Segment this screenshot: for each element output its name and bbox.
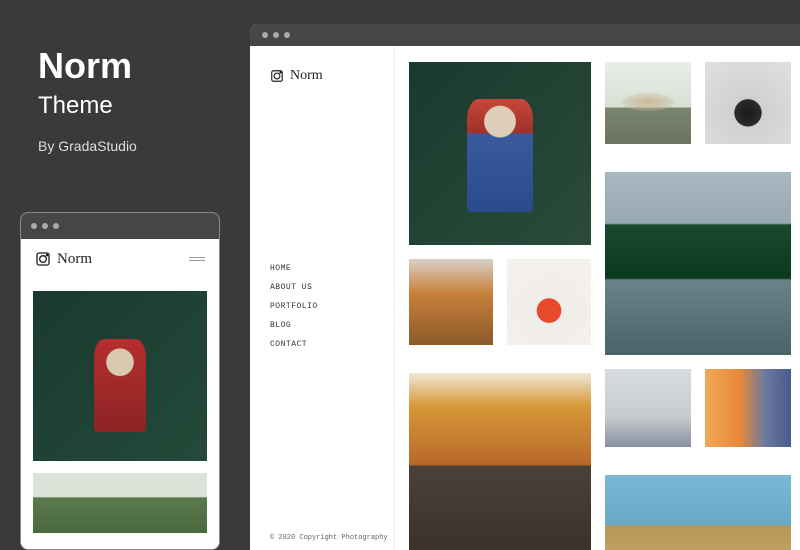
camera-icon bbox=[35, 251, 51, 267]
camera-icon bbox=[270, 69, 284, 83]
logo[interactable]: Norm bbox=[35, 251, 92, 268]
gallery-image[interactable] bbox=[409, 373, 591, 550]
gallery-image[interactable] bbox=[605, 369, 691, 447]
logo-text: Norm bbox=[290, 68, 323, 84]
theme-author: By GradaStudio bbox=[38, 138, 137, 154]
window-dot bbox=[273, 32, 279, 38]
mobile-titlebar bbox=[21, 213, 219, 239]
logo-text: Norm bbox=[57, 251, 92, 268]
window-dot bbox=[53, 223, 59, 229]
window-dot bbox=[31, 223, 37, 229]
nav: HOME ABOUT US PORTFOLIO BLOG CONTACT bbox=[270, 264, 374, 349]
desktop-preview-window: Norm HOME ABOUT US PORTFOLIO BLOG CONTAC… bbox=[250, 24, 800, 550]
mobile-header: Norm bbox=[21, 239, 219, 279]
gallery-image[interactable] bbox=[409, 62, 591, 245]
desktop-titlebar bbox=[250, 24, 800, 46]
gallery-image[interactable] bbox=[605, 475, 791, 550]
gallery-image[interactable] bbox=[507, 259, 591, 345]
window-dot bbox=[284, 32, 290, 38]
gallery-image[interactable] bbox=[33, 473, 207, 533]
nav-item-about[interactable]: ABOUT US bbox=[270, 283, 374, 292]
mobile-preview-window: Norm bbox=[20, 212, 220, 550]
nav-item-blog[interactable]: BLOG bbox=[270, 321, 374, 330]
window-dot bbox=[42, 223, 48, 229]
nav-item-contact[interactable]: CONTACT bbox=[270, 340, 374, 349]
footer-copyright: © 2020 Copyright Photography bbox=[270, 534, 388, 542]
theme-subtitle: Theme bbox=[38, 92, 137, 120]
gallery-image[interactable] bbox=[705, 369, 791, 447]
logo[interactable]: Norm bbox=[270, 68, 374, 84]
sidebar: Norm HOME ABOUT US PORTFOLIO BLOG CONTAC… bbox=[250, 46, 395, 550]
theme-title: Norm bbox=[38, 48, 137, 84]
gallery-image[interactable] bbox=[605, 172, 791, 355]
nav-item-home[interactable]: HOME bbox=[270, 264, 374, 273]
gallery-image[interactable] bbox=[409, 259, 493, 345]
window-dot bbox=[262, 32, 268, 38]
gallery-image[interactable] bbox=[33, 291, 207, 461]
gallery bbox=[395, 46, 800, 550]
hamburger-icon[interactable] bbox=[189, 255, 205, 263]
gallery-image[interactable] bbox=[705, 62, 791, 144]
gallery-image[interactable] bbox=[605, 62, 691, 144]
nav-item-portfolio[interactable]: PORTFOLIO bbox=[270, 302, 374, 311]
